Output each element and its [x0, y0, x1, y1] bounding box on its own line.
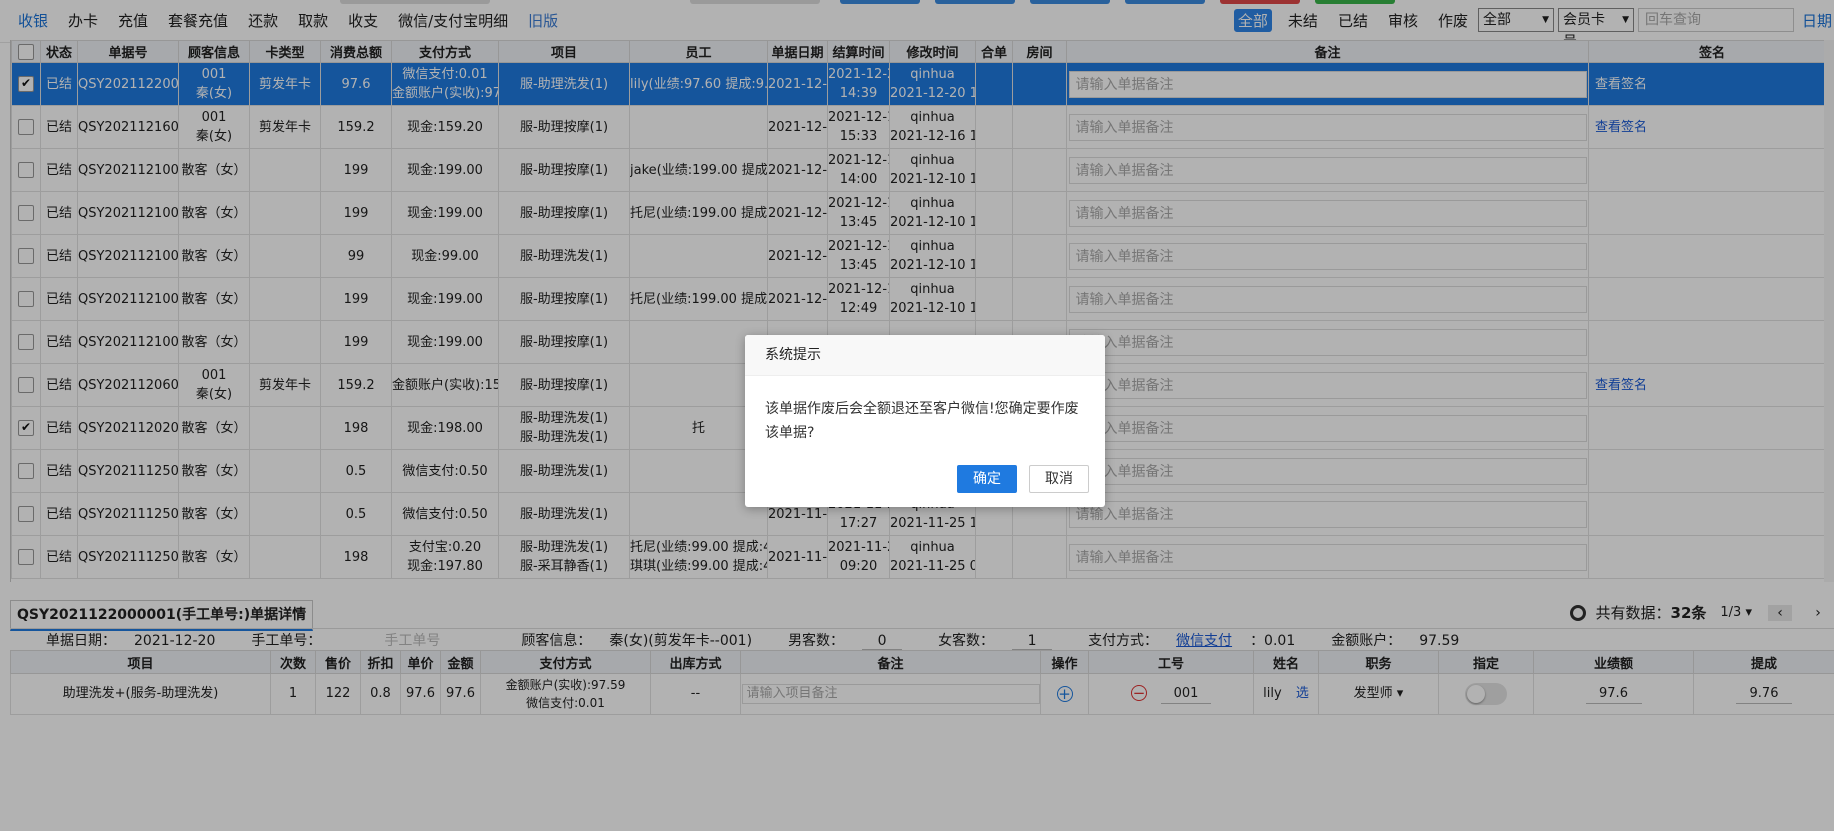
- confirm-button[interactable]: 确定: [957, 465, 1017, 493]
- confirm-dialog: 系统提示 该单据作废后会全额退还至客户微信!您确定要作废该单据? 确定 取消: [745, 335, 1105, 507]
- cancel-button[interactable]: 取消: [1029, 465, 1089, 493]
- dialog-message: 该单据作废后会全额退还至客户微信!您确定要作废该单据?: [765, 401, 1079, 441]
- dialog-title: 系统提示: [745, 335, 1105, 376]
